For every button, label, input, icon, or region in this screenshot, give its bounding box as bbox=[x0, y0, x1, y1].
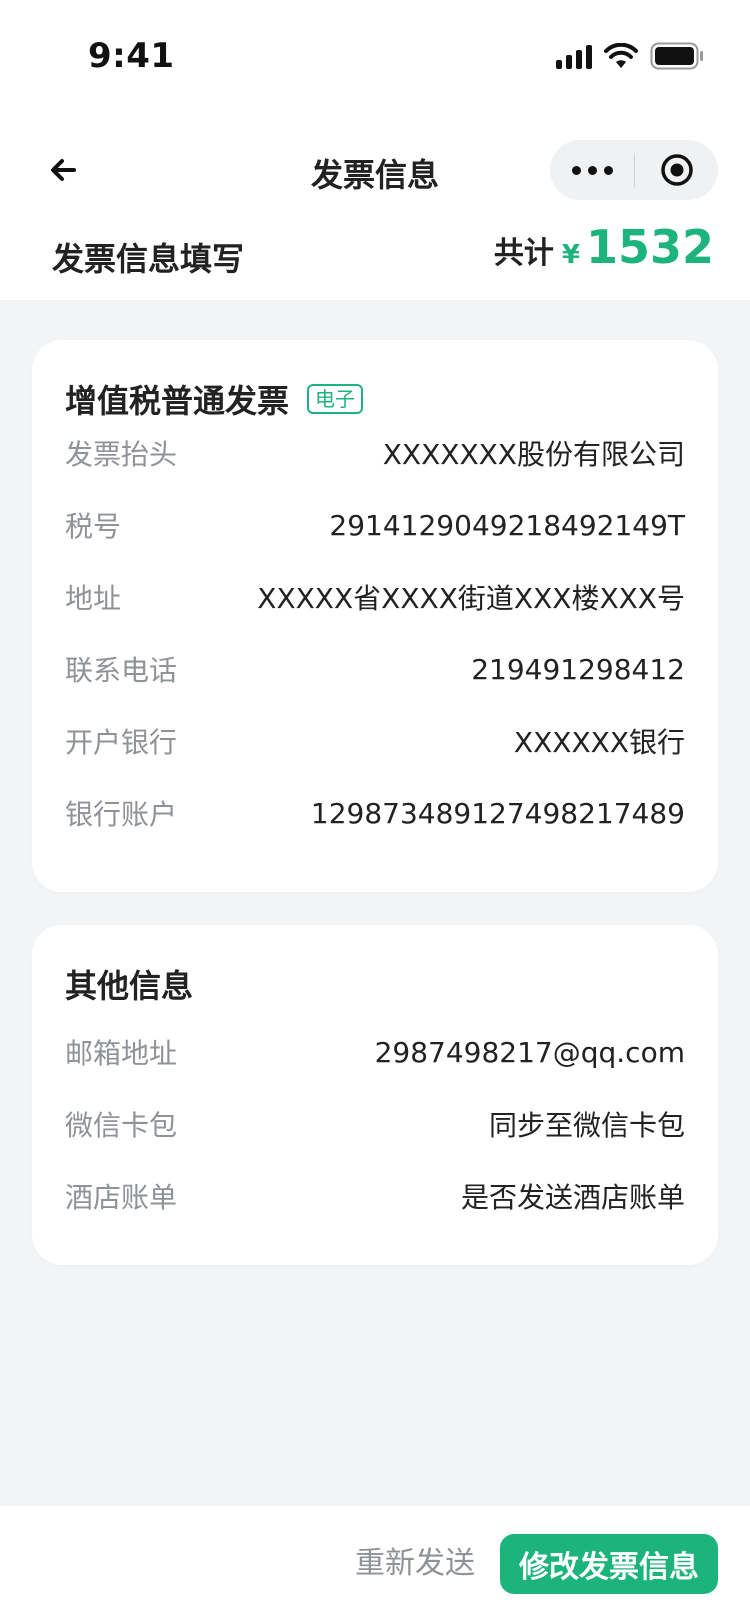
other-row-hotel-bill[interactable]: 酒店账单 是否发送酒店账单 bbox=[65, 1176, 685, 1216]
row-label: 微信卡包 bbox=[65, 1109, 178, 1142]
row-value: XXXXXX银行 bbox=[513, 726, 685, 759]
other-info-card: 其他信息 邮箱地址 2987498217@qq.com 微信卡包 同步至微信卡包… bbox=[32, 925, 718, 1265]
invoice-type: 增值税普通发票 bbox=[65, 382, 290, 420]
other-row-wechat-card[interactable]: 微信卡包 同步至微信卡包 bbox=[65, 1104, 685, 1144]
total-label: 共计 bbox=[493, 236, 554, 271]
other-row-email: 邮箱地址 2987498217@qq.com bbox=[65, 1032, 685, 1072]
row-value: XXXXX省XXXX街道XXX楼XXX号 bbox=[257, 582, 685, 615]
row-label: 酒店账单 bbox=[65, 1181, 178, 1214]
total-price: 共计 ¥ 1532 bbox=[494, 220, 714, 274]
row-label: 银行账户 bbox=[65, 798, 178, 831]
row-label: 联系电话 bbox=[65, 654, 178, 687]
header-area: 9:41 发票信息 发票信息填写 共计 ¥ 1532 bbox=[0, 0, 750, 300]
signal-icon bbox=[556, 43, 592, 69]
target-circle-icon[interactable] bbox=[635, 140, 718, 200]
modify-invoice-button[interactable]: 修改发票信息 bbox=[500, 1534, 718, 1594]
row-label: 邮箱地址 bbox=[65, 1037, 178, 1070]
row-label: 地址 bbox=[65, 582, 122, 615]
other-info-title: 其他信息 bbox=[65, 961, 193, 1007]
row-value: XXXXXXX股份有限公司 bbox=[382, 438, 685, 471]
invoice-card: 增值税普通发票 电子 发票抬头 XXXXXXX股份有限公司 税号 2914129… bbox=[32, 340, 718, 892]
battery-icon bbox=[650, 42, 704, 70]
form-title: 发票信息填写 bbox=[52, 240, 245, 278]
invoice-row-bank: 开户银行 XXXXXX银行 bbox=[65, 721, 685, 761]
status-icons bbox=[556, 42, 704, 70]
row-value[interactable]: 是否发送酒店账单 bbox=[461, 1176, 685, 1216]
electronic-tag: 电子 bbox=[307, 384, 364, 414]
wifi-icon bbox=[604, 43, 638, 69]
other-info-heading: 其他信息 bbox=[65, 967, 194, 1005]
invoice-row-title: 发票抬头 XXXXXXX股份有限公司 bbox=[65, 433, 685, 473]
status-time: 9:41 bbox=[88, 36, 175, 76]
invoice-row-phone: 联系电话 219491298412 bbox=[65, 649, 685, 689]
resend-button[interactable]: 重新发送 bbox=[355, 1534, 475, 1594]
row-label: 税号 bbox=[65, 510, 122, 543]
more-dots-icon[interactable] bbox=[550, 140, 634, 200]
status-bar: 9:41 bbox=[0, 0, 750, 110]
invoice-row-address: 地址 XXXXX省XXXX街道XXX楼XXX号 bbox=[65, 577, 685, 617]
currency-symbol: ¥ bbox=[561, 240, 580, 270]
mini-program-capsule bbox=[550, 140, 718, 200]
total-amount: 1532 bbox=[585, 220, 714, 274]
row-label: 发票抬头 bbox=[65, 438, 178, 471]
invoice-row-tax-number: 税号 2914129049218492149T bbox=[65, 505, 685, 545]
row-value: 129873489127498217489 bbox=[310, 796, 685, 830]
row-label: 开户银行 bbox=[65, 726, 178, 759]
invoice-row-bank-account: 银行账户 129873489127498217489 bbox=[65, 793, 685, 833]
row-value[interactable]: 同步至微信卡包 bbox=[489, 1104, 685, 1144]
bottom-action-bar: 重新发送 修改发票信息 bbox=[0, 1506, 750, 1624]
navigation-bar: 发票信息 bbox=[0, 138, 750, 202]
row-value: 2987498217@qq.com bbox=[374, 1035, 685, 1069]
summary-row: 发票信息填写 共计 ¥ 1532 bbox=[0, 220, 750, 290]
invoice-card-title: 增值税普通发票 电子 bbox=[65, 376, 364, 422]
row-value: 2914129049218492149T bbox=[329, 508, 685, 542]
row-value: 219491298412 bbox=[471, 652, 685, 686]
